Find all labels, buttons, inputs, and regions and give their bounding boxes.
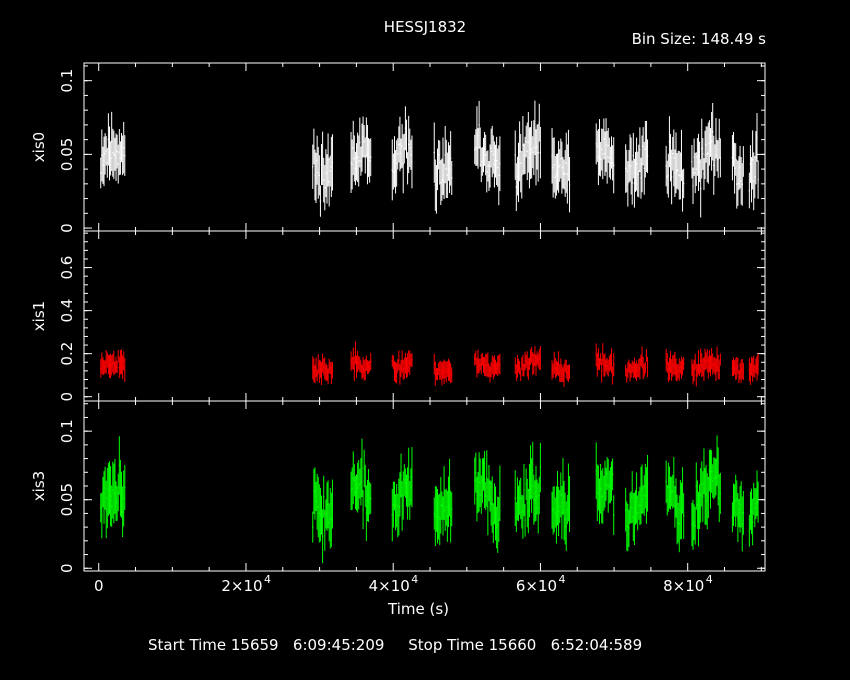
light-curve-chart: 0 0.05 0.1 xis0 0 0.2 0.4 0.6 xis1 0 0.05 0.1 xis3 0 2… (30, 62, 766, 618)
ytick-label-xis1: 0.4 (58, 299, 76, 323)
panel-frame-xis3 (83, 400, 766, 572)
xtick-label: 8×10 (663, 577, 704, 595)
xtick-label-exponent: 4 (558, 573, 565, 586)
xtick-label: 0 (94, 577, 104, 595)
ytick-label-xis0: 0.05 (58, 138, 76, 171)
bin-size-label: Bin Size: 148.49 s (631, 30, 766, 48)
ytick-label-xis0: 0 (58, 223, 76, 233)
xtick-label-exponent: 4 (411, 573, 418, 586)
panel-frame-xis0 (83, 62, 766, 232)
ytick-label-xis1: 0 (58, 392, 76, 402)
xtick-label: 2×10 (221, 577, 262, 595)
panel-frame-xis1 (83, 230, 766, 402)
xtick-label-exponent: 4 (264, 573, 271, 586)
ytick-label-xis1: 0.2 (58, 342, 76, 366)
ytick-label-xis3: 0 (58, 563, 76, 573)
ytick-label-xis3: 0.1 (58, 419, 76, 443)
ylabel-xis1: xis1 (30, 301, 48, 331)
x-axis-label: Time (s) (387, 600, 449, 618)
xtick-label-exponent: 4 (706, 573, 713, 586)
xtick-label: 6×10 (516, 577, 557, 595)
ytick-label-xis1: 0.6 (58, 256, 76, 280)
ylabel-xis0: xis0 (30, 132, 48, 162)
ytick-label-xis3: 0.05 (58, 483, 76, 516)
xtick-label: 4×10 (369, 577, 410, 595)
ylabel-xis3: xis3 (30, 471, 48, 501)
time-range-footer: Start Time 15659 6:09:45:209 Stop Time 1… (148, 636, 643, 654)
ytick-label-xis0: 0.1 (58, 69, 76, 93)
